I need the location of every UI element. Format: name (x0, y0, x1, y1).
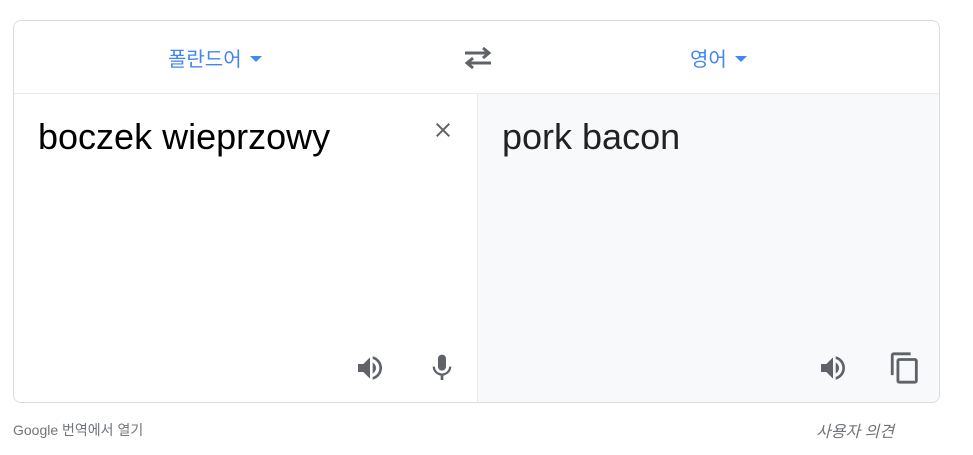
language-bar: 폴란드어 영어 (14, 21, 939, 94)
source-pane: boczek wieprzowy (14, 94, 477, 402)
voice-input-button[interactable] (422, 348, 462, 388)
copy-translation-button[interactable] (885, 348, 925, 388)
target-language-label: 영어 (690, 46, 727, 71)
source-language-label: 폴란드어 (168, 46, 242, 71)
speaker-icon (358, 356, 382, 380)
swap-languages-button[interactable] (461, 42, 495, 74)
feedback-link[interactable]: 사용자 의견 (816, 418, 894, 442)
translated-text: pork bacon (502, 116, 681, 157)
source-text-input[interactable]: boczek wieprzowy (38, 110, 398, 164)
source-language-select[interactable]: 폴란드어 (168, 41, 262, 73)
listen-source-button[interactable] (350, 348, 390, 388)
translation-pane: pork bacon (477, 94, 939, 402)
open-in-google-translate-link[interactable]: Google 번역에서 열기 (13, 420, 143, 440)
translate-card: 폴란드어 영어 boczek wieprzowy pork bacon (13, 20, 940, 403)
chevron-down-icon (249, 55, 262, 62)
chevron-down-icon (734, 55, 747, 62)
swap-languages-icon (464, 46, 492, 70)
listen-translation-button[interactable] (813, 348, 853, 388)
microphone-icon (432, 354, 452, 380)
clear-button[interactable] (423, 110, 463, 150)
copy-icon (890, 352, 918, 384)
speaker-icon (821, 356, 845, 380)
close-icon (436, 123, 450, 137)
target-language-select[interactable]: 영어 (690, 41, 747, 73)
